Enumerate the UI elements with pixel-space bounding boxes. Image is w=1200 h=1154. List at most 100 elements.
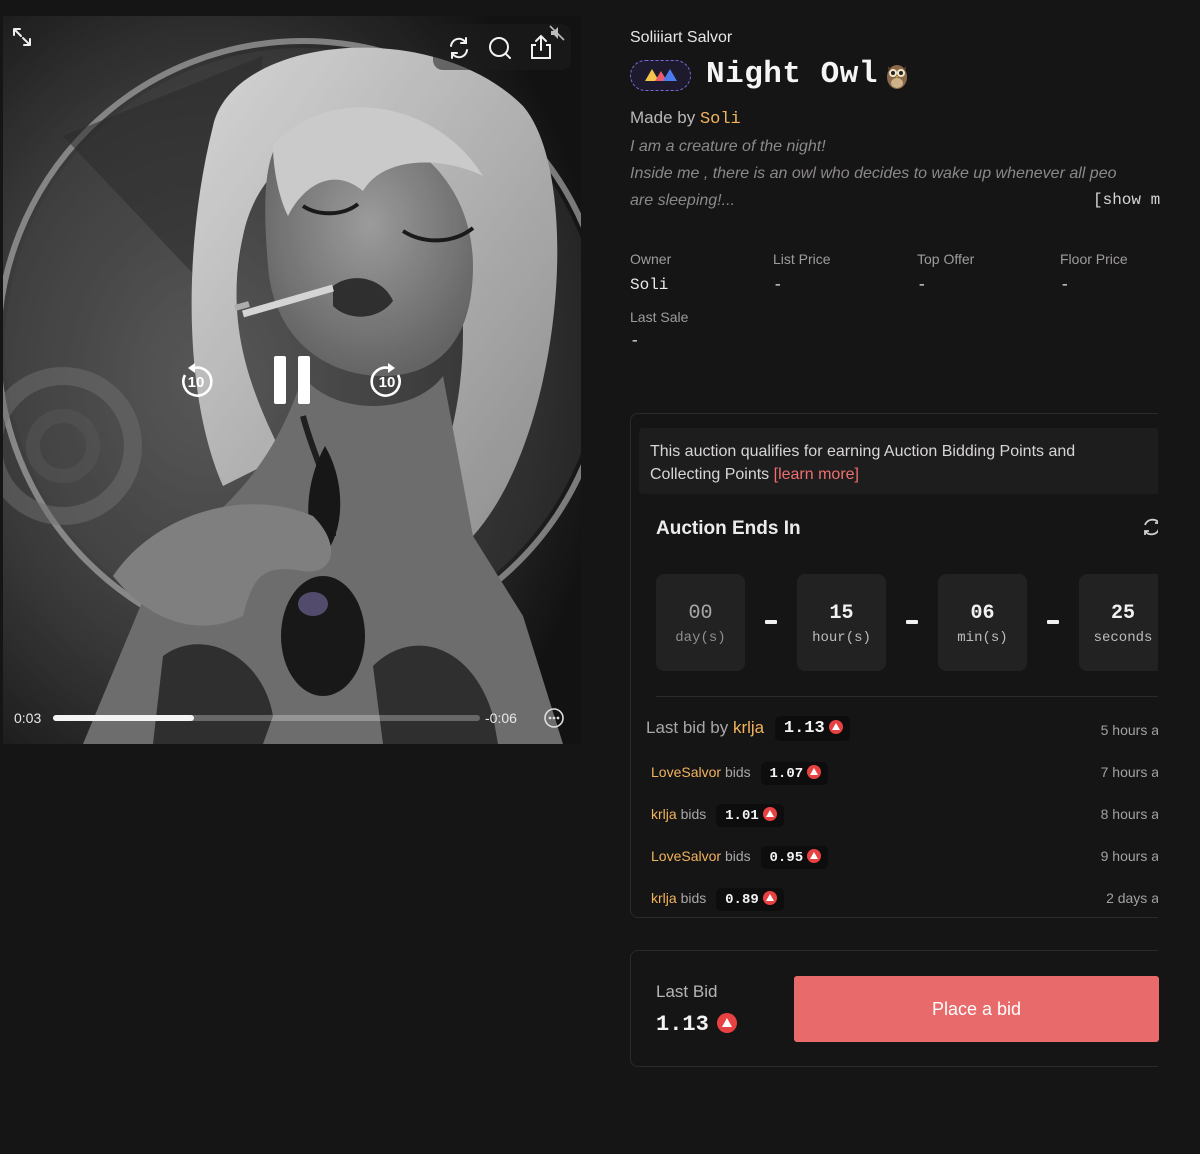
countdown-hours: 15 hour(s) — [797, 574, 886, 671]
bid-history-row: krlja bids 0.89 2 days a — [651, 888, 1158, 916]
refresh-icon[interactable] — [1141, 516, 1158, 538]
search-icon[interactable] — [487, 35, 513, 61]
bid-history-row: LoveSalvor bids 1.07 7 hours a — [651, 762, 1158, 790]
avax-icon — [807, 849, 822, 863]
countdown-separator — [765, 620, 777, 624]
skip-forward-label: 10 — [379, 374, 396, 391]
countdown-days: 00 day(s) — [656, 574, 745, 671]
bidder-link[interactable]: LoveSalvor — [651, 764, 721, 780]
bid-verb: bids — [680, 890, 707, 907]
auction-ends-title: Auction Ends In — [656, 518, 801, 539]
more-options-icon[interactable] — [543, 707, 565, 729]
replay-icon[interactable] — [446, 35, 472, 61]
stat-list-price-label: List Price — [773, 251, 831, 267]
avalanche-logo-icon — [645, 69, 677, 81]
stat-owner-value[interactable]: Soli — [630, 276, 668, 294]
last-bid-row: Last bid by krlja 1.13 5 hours a — [646, 716, 1158, 744]
divider — [656, 696, 1158, 697]
avax-icon — [762, 891, 777, 905]
bid-time: 2 days a — [1106, 890, 1158, 906]
countdown-separator — [1047, 620, 1059, 624]
bid-verb: bids — [680, 806, 707, 823]
countdown-days-unit: day(s) — [675, 630, 726, 646]
bid-verb: bids — [724, 764, 751, 781]
countdown-hours-unit: hour(s) — [812, 630, 871, 646]
auction-card: This auction qualifies for earning Aucti… — [630, 413, 1158, 918]
description-line: Inside me , there is an owl who decides … — [630, 165, 1117, 182]
bidder-link[interactable]: krlja — [733, 718, 764, 737]
expand-icon[interactable] — [11, 26, 33, 48]
bid-amount: 1.07 — [760, 762, 829, 785]
bid-amount-value: 1.13 — [783, 719, 825, 738]
learn-more-link[interactable]: [learn more] — [774, 466, 859, 483]
page-title: Night Owl — [706, 57, 878, 92]
pause-icon[interactable] — [271, 353, 315, 407]
owl-icon — [884, 60, 910, 95]
points-note-text: This auction qualifies for earning Aucti… — [650, 443, 1076, 483]
bid-verb: bids — [724, 848, 751, 865]
bid-amount: 0.95 — [760, 846, 829, 869]
skip-back-icon[interactable]: 10 — [176, 361, 216, 401]
bid-amount-value: 1.01 — [725, 808, 759, 824]
time-elapsed: 0:03 — [14, 710, 42, 726]
description-line: I am a creature of the night! — [630, 138, 826, 155]
bidder-link[interactable]: krlja — [651, 806, 677, 822]
stat-last-sale-value: - — [630, 332, 640, 350]
description-line: are sleeping!... — [630, 192, 735, 209]
stat-top-offer-value: - — [917, 276, 927, 294]
bid-card: Last Bid 1.13 Place a bid — [630, 950, 1159, 1067]
bidder-link[interactable]: LoveSalvor — [651, 848, 721, 864]
bidder-link[interactable]: krlja — [651, 890, 677, 906]
collection-link[interactable]: Soliiiart Salvor — [630, 29, 732, 47]
creator-link[interactable]: Soli — [700, 110, 741, 129]
countdown-minutes: 06 min(s) — [938, 574, 1027, 671]
time-remaining: -0:06 — [485, 710, 517, 726]
bid-amount: 1.01 — [716, 804, 784, 827]
bid-time: 8 hours a — [1100, 806, 1158, 822]
bid-history-row: LoveSalvor bids 0.95 9 hours a — [651, 846, 1158, 874]
last-bid-amount: 1.13 — [656, 1012, 709, 1037]
show-more-link[interactable]: [show m — [1093, 191, 1160, 209]
avax-icon — [716, 1013, 737, 1033]
chain-badge — [630, 60, 691, 91]
bid-amount: 1.13 — [774, 716, 850, 741]
countdown-minutes-value: 06 — [970, 602, 995, 625]
bid-history-row: krlja bids 1.01 8 hours a — [651, 804, 1158, 832]
bid-amount-value: 1.07 — [769, 766, 804, 782]
countdown-seconds-value: 25 — [1110, 602, 1135, 625]
made-by-prefix: Made by — [630, 108, 696, 127]
avax-icon — [762, 807, 777, 821]
bid-amount-value: 0.95 — [769, 850, 804, 866]
media-player[interactable]: 10 10 0:03 -0:06 — [3, 16, 581, 744]
countdown-seconds: 25 seconds — [1079, 574, 1158, 671]
bid-time: 5 hours a — [1100, 722, 1158, 738]
avax-icon — [807, 765, 822, 779]
last-bid-prefix: Last bid by — [646, 717, 729, 737]
place-bid-button[interactable]: Place a bid — [794, 976, 1159, 1042]
bid-time: 7 hours a — [1100, 764, 1158, 780]
last-bid-label: Last Bid — [656, 982, 718, 1001]
stat-owner-label: Owner — [630, 251, 672, 267]
countdown-days-value: 00 — [688, 602, 713, 625]
stat-last-sale-label: Last Sale — [630, 309, 689, 325]
countdown-hours-value: 15 — [829, 602, 854, 625]
stat-floor-price-label: Floor Price — [1060, 251, 1128, 267]
stat-floor-price-value: - — [1060, 276, 1070, 294]
progress-fill — [53, 715, 194, 721]
countdown-minutes-unit: min(s) — [957, 630, 1008, 646]
bid-time: 9 hours a — [1100, 848, 1158, 864]
made-by-line: Made by Soli — [630, 108, 741, 129]
skip-forward-icon[interactable]: 10 — [367, 361, 407, 401]
points-note: This auction qualifies for earning Aucti… — [639, 428, 1158, 494]
stat-top-offer-label: Top Offer — [917, 251, 975, 267]
bid-amount: 0.89 — [716, 888, 784, 911]
skip-back-label: 10 — [188, 374, 205, 391]
progress-bar[interactable] — [53, 715, 480, 721]
countdown-separator — [906, 620, 918, 624]
bid-amount-value: 0.89 — [725, 892, 759, 908]
last-bid-value: 1.13 — [656, 1012, 737, 1037]
stat-list-price-value: - — [773, 276, 783, 294]
mute-icon[interactable] — [548, 24, 566, 42]
description: I am a creature of the night! Inside me … — [620, 130, 1160, 220]
avax-icon — [828, 720, 843, 734]
